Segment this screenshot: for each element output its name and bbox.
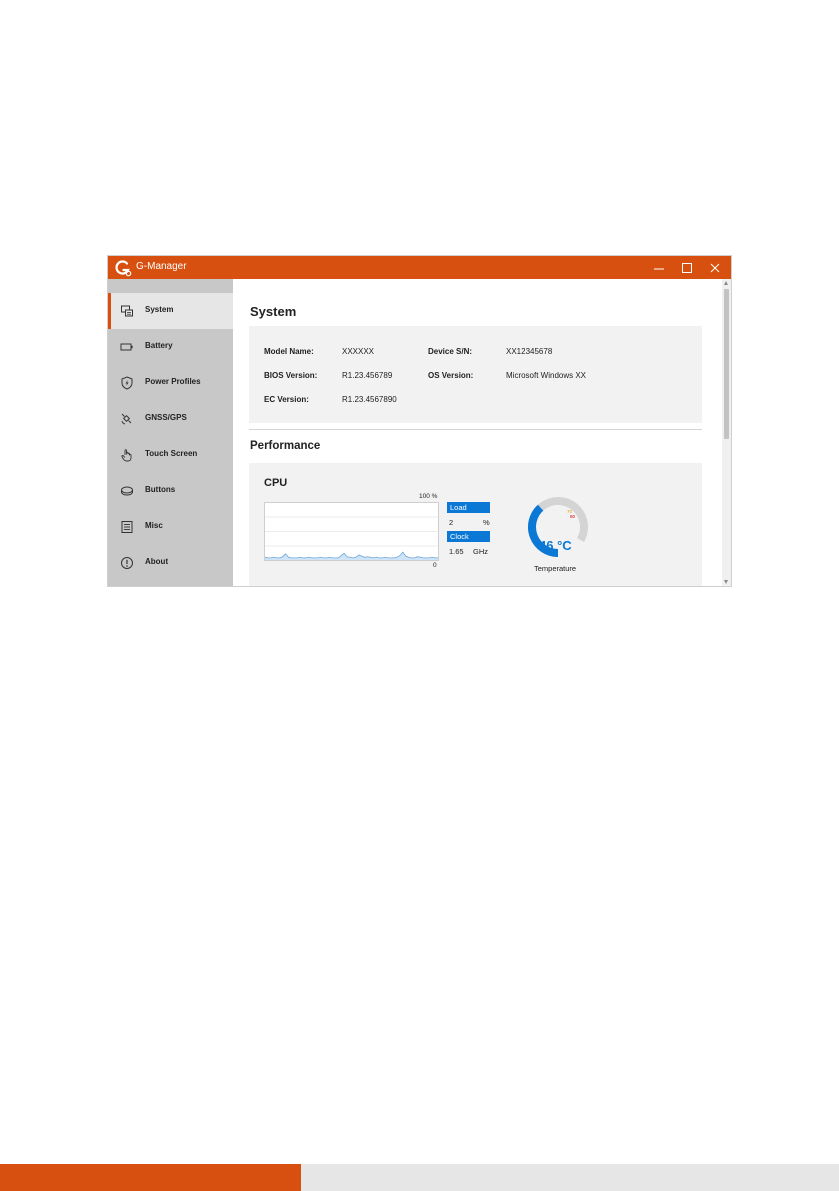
section-divider: [249, 429, 702, 430]
sidebar-item-system[interactable]: System: [108, 293, 233, 329]
g-manager-window: G-Manager System Battery Power Profiles …: [108, 256, 731, 586]
footer-accent-bar: [0, 1164, 301, 1191]
sidebar-nav: System Battery Power Profiles GNSS/GPS T…: [108, 279, 233, 586]
sidebar-item-buttons[interactable]: Buttons: [108, 473, 233, 509]
cpu-load-area: [265, 552, 438, 560]
graph-min-label: 0: [433, 562, 437, 569]
device-sn-label: Device S/N:: [428, 347, 473, 356]
os-version-value: Microsoft Windows XX: [506, 371, 587, 380]
sidebar-item-gnss-gps[interactable]: GNSS/GPS: [108, 401, 233, 437]
minimize-icon: [654, 268, 664, 269]
clock-unit: GHz: [473, 547, 488, 556]
sidebar-item-battery[interactable]: Battery: [108, 329, 233, 365]
cpu-load-line: [265, 551, 438, 559]
sidebar-item-about[interactable]: About: [108, 545, 233, 581]
sidebar-item-label: Power Profiles: [145, 377, 201, 386]
os-version-label: OS Version:: [428, 371, 474, 380]
model-name-label: Model Name:: [264, 347, 314, 356]
power-shield-icon: [121, 376, 133, 390]
ec-version-label: EC Version:: [264, 395, 309, 404]
load-unit: %: [483, 518, 490, 527]
temperature-label: Temperature: [534, 564, 577, 573]
load-badge: Load: [447, 502, 490, 513]
buttons-icon: [121, 486, 133, 496]
cpu-load-graph-svg: [265, 516, 438, 560]
sidebar-item-label: Touch Screen: [145, 449, 198, 458]
info-icon: [121, 557, 133, 569]
maximize-icon: [682, 262, 692, 273]
app-title: G-Manager: [136, 261, 187, 272]
sidebar-item-power-profiles[interactable]: Power Profiles: [108, 365, 233, 401]
minimize-button[interactable]: [645, 256, 673, 279]
clock-badge: Clock: [447, 531, 490, 542]
system-info-panel: Model Name: XXXXXX Device S/N: XX1234567…: [249, 326, 702, 423]
maximize-button[interactable]: [673, 256, 701, 279]
scroll-up-icon[interactable]: [724, 281, 728, 285]
cpu-panel: CPU 100 % 0 Load 2 % Clock 1.65 GHz 70 8…: [249, 463, 702, 586]
g-manager-logo: [115, 260, 132, 277]
sidebar-item-touch-screen[interactable]: Touch Screen: [108, 437, 233, 473]
sidebar-item-label: Buttons: [145, 485, 176, 494]
hand-touch-icon: [121, 449, 132, 462]
title-bar[interactable]: G-Manager: [108, 256, 731, 279]
close-button[interactable]: [701, 256, 729, 279]
load-value: 2: [449, 518, 454, 527]
sidebar-item-label: Misc: [145, 521, 163, 530]
vertical-scrollbar[interactable]: [722, 279, 731, 586]
battery-icon: [120, 343, 133, 351]
sidebar-item-label: Battery: [145, 341, 173, 350]
cpu-title: CPU: [264, 477, 288, 489]
performance-heading: Performance: [250, 440, 321, 452]
sidebar-item-label: About: [145, 557, 169, 566]
system-heading: System: [250, 304, 297, 319]
scroll-down-icon[interactable]: [724, 580, 728, 584]
gauge-mark-crit: 80: [570, 514, 576, 519]
bios-version-label: BIOS Version:: [264, 371, 318, 380]
sidebar-item-misc[interactable]: Misc: [108, 509, 233, 545]
system-icon: [121, 305, 133, 317]
ec-version-value: R1.23.4567890: [342, 395, 397, 404]
cpu-load-graph: [264, 502, 439, 561]
graph-max-label: 100 %: [419, 493, 438, 500]
model-name-value: XXXXXX: [342, 347, 375, 356]
close-icon: [710, 263, 720, 272]
temperature-value: 46 °C: [539, 538, 572, 553]
footer-grey-bar: [301, 1164, 839, 1191]
scroll-thumb[interactable]: [724, 289, 729, 439]
device-sn-value: XX12345678: [506, 347, 553, 356]
clock-value: 1.65: [449, 547, 464, 556]
main-content: System Model Name: XXXXXX Device S/N: XX…: [233, 279, 722, 586]
satellite-icon: [121, 413, 132, 425]
sidebar-item-label: System: [145, 305, 174, 314]
misc-list-icon: [121, 521, 133, 533]
bios-version-value: R1.23.456789: [342, 371, 393, 380]
sidebar-item-label: GNSS/GPS: [145, 413, 187, 422]
